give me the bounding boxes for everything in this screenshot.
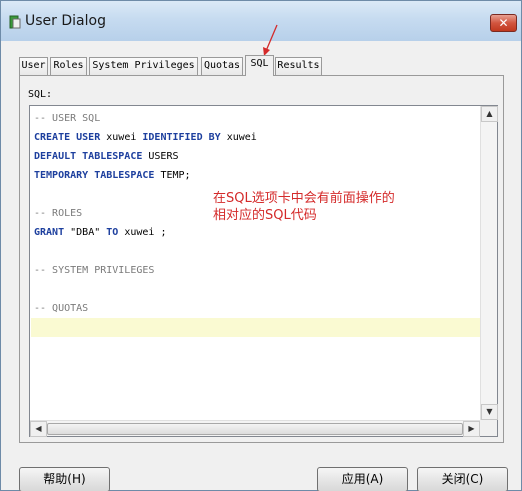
sql-line: -- ROLES [34, 204, 82, 223]
sql-text: xuwei [100, 132, 143, 143]
sql-comment: -- ROLES [34, 208, 83, 219]
sql-comment: -- USER SQL [34, 113, 101, 124]
sql-keyword: TEMPORARY TABLESPACE [34, 170, 155, 181]
horizontal-scrollbar[interactable]: ◀ ▶ [30, 420, 480, 437]
current-line-highlight [31, 318, 480, 337]
sql-keyword: TO [106, 227, 119, 238]
annotation-line-1: 在SQL选项卡中会有前面操作的 [213, 191, 395, 206]
vertical-scrollbar[interactable]: ▲ ▼ [480, 106, 498, 420]
sql-code-area[interactable]: -- USER SQL CREATE USER xuwei IDENTIFIED … [30, 106, 480, 420]
horizontal-scroll-thumb[interactable] [47, 423, 463, 435]
sql-line: CREATE USER xuwei IDENTIFIED BY xuwei [34, 128, 257, 147]
sql-comment: -- QUOTAS [34, 303, 89, 314]
scroll-up-arrow-icon[interactable]: ▲ [481, 106, 498, 122]
sql-keyword: GRANT [34, 227, 65, 238]
sql-comment: -- SYSTEM PRIVILEGES [34, 265, 155, 276]
sql-editor[interactable]: -- USER SQL CREATE USER xuwei IDENTIFIED … [29, 105, 498, 437]
close-button[interactable]: 关闭(C) [417, 467, 508, 491]
tab-roles[interactable]: Roles [50, 57, 87, 75]
tab-quotas[interactable]: Quotas [201, 57, 243, 75]
tab-sql[interactable]: SQL [245, 55, 274, 76]
annotation-arrow-icon [263, 24, 278, 56]
sql-text: xuwei [220, 132, 257, 143]
sql-keyword: IDENTIFIED BY [142, 132, 221, 143]
sql-line: -- USER SQL [34, 109, 100, 128]
tab-user[interactable]: User [19, 57, 48, 75]
sql-line: GRANT "DBA" TO xuwei ; [34, 223, 166, 242]
sql-text: USERS [142, 151, 179, 162]
annotation-line-2: 相对应的SQL代码 [213, 208, 317, 223]
sql-line: -- SYSTEM PRIVILEGES [34, 261, 154, 280]
sql-line: DEFAULT TABLESPACE USERS [34, 147, 179, 166]
scroll-left-arrow-icon[interactable]: ◀ [30, 421, 47, 437]
sql-text: xuwei ; [118, 227, 167, 238]
user-dialog-window: User Dialog ✕ User Roles System Privileg… [0, 0, 522, 491]
help-button[interactable]: 帮助(H) [19, 467, 110, 491]
scroll-right-arrow-icon[interactable]: ▶ [463, 421, 480, 437]
sql-text: "DBA" [64, 227, 107, 238]
app-icon [9, 15, 21, 29]
sql-text: TEMP; [154, 170, 191, 181]
sql-line: TEMPORARY TABLESPACE TEMP; [34, 166, 191, 185]
window-title: User Dialog [25, 13, 106, 29]
sql-keyword: DEFAULT TABLESPACE [34, 151, 143, 162]
sql-label: SQL: [28, 89, 53, 100]
tab-system-privileges[interactable]: System Privileges [89, 57, 198, 75]
sql-keyword: CREATE USER [34, 132, 101, 143]
apply-button[interactable]: 应用(A) [317, 467, 408, 491]
red-annotation-note: 在SQL选项卡中会有前面操作的 相对应的SQL代码 [213, 190, 395, 224]
tab-results[interactable]: Results [275, 57, 322, 75]
scrollbar-corner [480, 420, 497, 436]
sql-line: -- QUOTAS [34, 299, 88, 318]
scroll-down-arrow-icon[interactable]: ▼ [481, 404, 498, 420]
close-window-button[interactable]: ✕ [490, 14, 517, 32]
